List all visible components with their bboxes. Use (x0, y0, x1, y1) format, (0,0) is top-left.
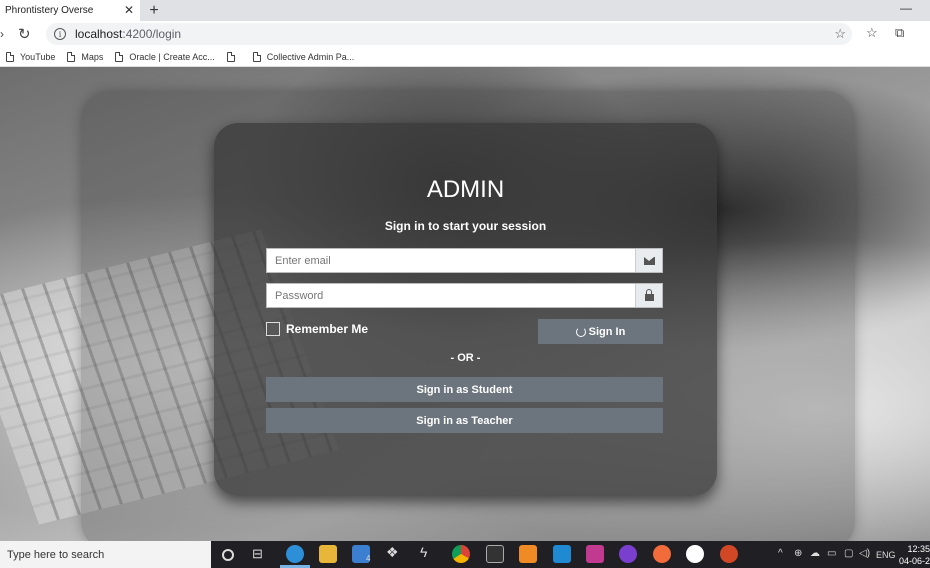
cortana-icon[interactable] (222, 549, 234, 561)
url-path: :4200/login (122, 27, 182, 41)
sign-in-label: Sign In (588, 325, 626, 338)
remember-me[interactable]: Remember Me (266, 322, 368, 336)
chrome-icon[interactable] (452, 545, 470, 563)
tab-bar: Phrontistery Overse ✕ + — (0, 0, 930, 21)
back-icon[interactable]: › (0, 27, 4, 41)
bookmark-label: Collective Admin Pa... (266, 51, 355, 62)
search-placeholder: Type here to search (7, 548, 105, 561)
page-icon (252, 51, 261, 62)
sign-in-student-button[interactable]: Sign in as Student (266, 377, 663, 402)
battery-icon[interactable]: ▭ (827, 548, 836, 559)
or-divider: - OR - (450, 352, 481, 364)
cloud-icon[interactable]: ☁ (810, 548, 820, 559)
sublime-icon[interactable] (519, 545, 537, 563)
page-title: ADMIN (426, 176, 505, 203)
sign-in-button[interactable]: Sign In (538, 319, 663, 344)
dropbox-icon[interactable]: ❖ (386, 544, 404, 562)
lock-icon (644, 289, 654, 301)
remember-checkbox[interactable] (266, 322, 280, 336)
app-bolt-icon[interactable]: ϟ (420, 544, 438, 562)
bookmarks-bar: YouTube Maps Oracle | Create Acc... Coll… (0, 47, 930, 67)
language-indicator[interactable]: ENG (876, 550, 896, 560)
password-input[interactable] (267, 284, 635, 307)
tab-title: Phrontistery Overse (5, 5, 94, 16)
clock-time: 12:35 (907, 544, 930, 554)
page-icon (226, 51, 235, 62)
chevron-up-icon[interactable]: ^ (778, 548, 783, 559)
login-page: ADMIN Sign in to start your session Reme… (0, 67, 930, 541)
remember-label: Remember Me (286, 322, 369, 336)
bookmark-collective-admin[interactable]: Collective Admin Pa... (252, 51, 355, 62)
envelope-icon (643, 256, 655, 265)
bookmark-label: Oracle | Create Acc... (129, 51, 215, 62)
email-field-group (266, 248, 663, 273)
collections-icon[interactable]: ⧉ (895, 25, 904, 41)
bookmark-untitled[interactable] (226, 51, 241, 62)
clock[interactable]: 12:35 04-06-2 (899, 543, 930, 567)
vscode-icon[interactable] (553, 545, 571, 563)
close-tab-icon[interactable]: ✕ (124, 3, 134, 17)
clock-date: 04-06-2 (898, 556, 930, 566)
info-icon[interactable]: i (54, 28, 66, 40)
spinner-icon (575, 326, 586, 337)
file-explorer-icon[interactable] (319, 545, 337, 563)
mongodb-compass-icon[interactable] (686, 545, 704, 563)
bookmark-maps[interactable]: Maps (67, 51, 104, 62)
minimize-icon[interactable]: — (900, 1, 912, 15)
url-host: localhost (75, 27, 123, 41)
login-card: ADMIN Sign in to start your session Reme… (214, 123, 717, 496)
address-bar: › ↻ i localhost:4200/login ☆ (0, 21, 930, 47)
github-desktop-icon[interactable] (619, 545, 637, 563)
bookmark-youtube[interactable]: YouTube (6, 51, 56, 62)
url-text[interactable]: localhost:4200/login (75, 27, 181, 41)
display-icon[interactable]: ▢ (844, 548, 853, 559)
taskbar: Type here to search ⊟ 4 ❖ ϟ ^ ⊕ ☁ ▭ ▢ ◁)… (0, 541, 930, 568)
page-icon (115, 51, 124, 62)
postman-icon[interactable] (653, 545, 671, 563)
volume-icon[interactable]: ◁) (859, 548, 870, 559)
password-addon (635, 284, 662, 307)
powerpoint-icon[interactable] (720, 545, 738, 563)
add-favorite-icon[interactable]: ☆ (834, 26, 846, 42)
edge-icon[interactable] (286, 545, 304, 563)
password-field-group (266, 283, 663, 308)
reload-icon[interactable]: ↻ (18, 25, 31, 43)
bookmark-label: YouTube (20, 51, 56, 62)
intellij-icon[interactable] (586, 545, 604, 563)
bookmark-oracle[interactable]: Oracle | Create Acc... (115, 51, 215, 62)
omnibox[interactable]: i localhost:4200/login ☆ (46, 23, 852, 45)
sign-in-teacher-button[interactable]: Sign in as Teacher (266, 408, 663, 433)
favorites-icon[interactable]: ☆ (866, 25, 878, 41)
browser-tab[interactable]: Phrontistery Overse ✕ (0, 0, 140, 21)
email-addon (635, 249, 662, 272)
task-view-icon[interactable]: ⊟ (252, 546, 270, 564)
login-subtitle: Sign in to start your session (384, 219, 547, 233)
globe-icon[interactable]: ⊕ (794, 548, 802, 559)
page-icon (6, 51, 14, 62)
taskbar-search-input[interactable]: Type here to search (0, 541, 211, 568)
terminal-icon[interactable] (486, 545, 504, 563)
mail-badge: 4 (366, 554, 371, 563)
new-tab-icon[interactable]: + (146, 0, 162, 21)
page-icon (67, 51, 76, 62)
email-input[interactable] (267, 249, 635, 272)
bookmark-label: Maps (81, 51, 104, 62)
